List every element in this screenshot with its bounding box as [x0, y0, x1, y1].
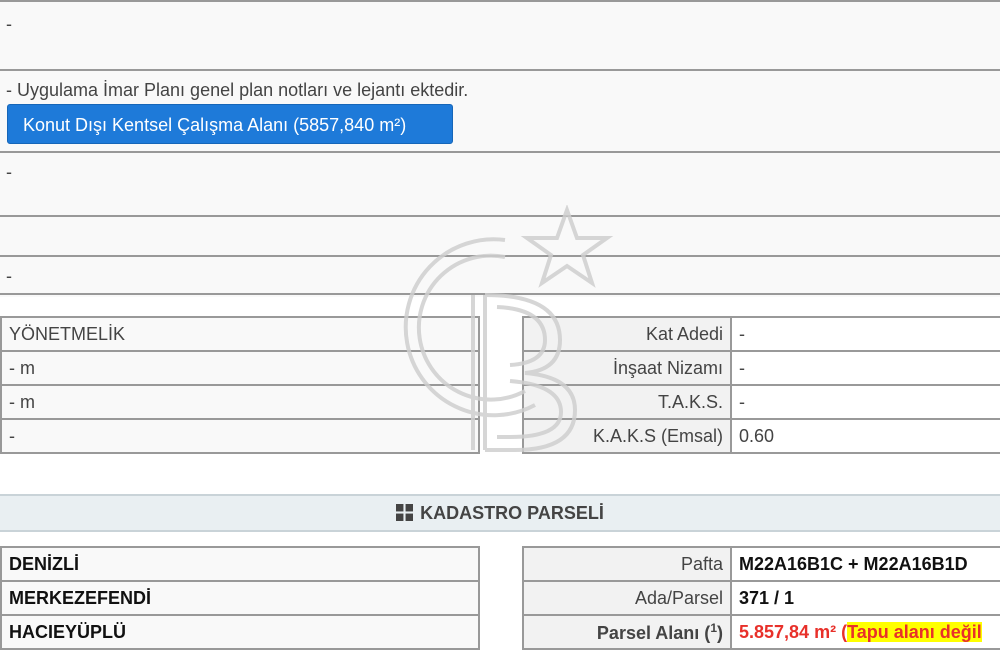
kaks-label: K.A.K.S (Emsal) — [522, 418, 732, 454]
zoning-row-5: - — [6, 266, 12, 286]
tapu-note-highlight: Tapu alanı değil — [847, 621, 982, 642]
divider — [0, 151, 1000, 153]
zoning-row-1: - — [6, 14, 12, 34]
divider — [0, 293, 1000, 295]
regulation-cell: - m — [0, 350, 480, 386]
divider — [0, 255, 1000, 257]
taks-value: - — [730, 384, 1000, 420]
cadastre-right-table: Pafta M22A16B1C + M22A16B1D Ada/Parsel 3… — [522, 546, 1000, 650]
ada-parsel-value: 371 / 1 — [730, 580, 1000, 616]
parsel-alani-label: Parsel Alanı (1) — [522, 614, 732, 650]
pafta-label: Pafta — [522, 546, 732, 582]
zoning-row-3: - — [6, 162, 12, 182]
area-button[interactable]: Konut Dışı Kentsel Çalışma Alanı (5857,8… — [7, 104, 453, 144]
plan-note: - Uygulama İmar Planı genel plan notları… — [6, 80, 469, 100]
kaks-value: 0.60 — [730, 418, 1000, 454]
neighborhood-cell: HACIEYÜPLÜ — [0, 614, 480, 650]
divider — [0, 69, 1000, 71]
regulation-right-table: Kat Adedi - İnşaat Nizamı - T.A.K.S. - K… — [522, 316, 1000, 454]
ada-parsel-label: Ada/Parsel — [522, 580, 732, 616]
regulation-cell: - — [0, 418, 480, 454]
parsel-alani-value: 5.857,84 m² ( — [739, 621, 848, 642]
parsel-alani-close: ) — [717, 622, 723, 643]
cadastre-section-header: KADASTRO PARSELİ — [0, 494, 1000, 532]
insaat-nizami-label: İnşaat Nizamı — [522, 350, 732, 386]
parsel-alani-footnote: 1 — [710, 620, 717, 635]
pafta-value: M22A16B1C + M22A16B1D — [730, 546, 1000, 582]
regulation-cell: - m — [0, 384, 480, 420]
parsel-alani-value-cell: 5.857,84 m² (Tapu alanı değil — [730, 614, 1000, 650]
province-cell: DENİZLİ — [0, 546, 480, 582]
district-cell: MERKEZEFENDİ — [0, 580, 480, 616]
kat-adedi-value: - — [730, 316, 1000, 352]
parsel-alani-text: Parsel Alanı ( — [596, 622, 711, 643]
cadastre-title: KADASTRO PARSELİ — [420, 503, 604, 523]
zoning-panel: - - Uygulama İmar Planı genel plan notla… — [0, 0, 1000, 297]
th-large-icon — [396, 504, 414, 521]
regulation-left-table: YÖNETMELİK - m - m - — [0, 316, 480, 454]
divider — [0, 215, 1000, 217]
cadastre-left-table: DENİZLİ MERKEZEFENDİ HACIEYÜPLÜ — [0, 546, 480, 650]
regulation-cell: YÖNETMELİK — [0, 316, 480, 352]
kat-adedi-label: Kat Adedi — [522, 316, 732, 352]
taks-label: T.A.K.S. — [522, 384, 732, 420]
insaat-nizami-value: - — [730, 350, 1000, 386]
